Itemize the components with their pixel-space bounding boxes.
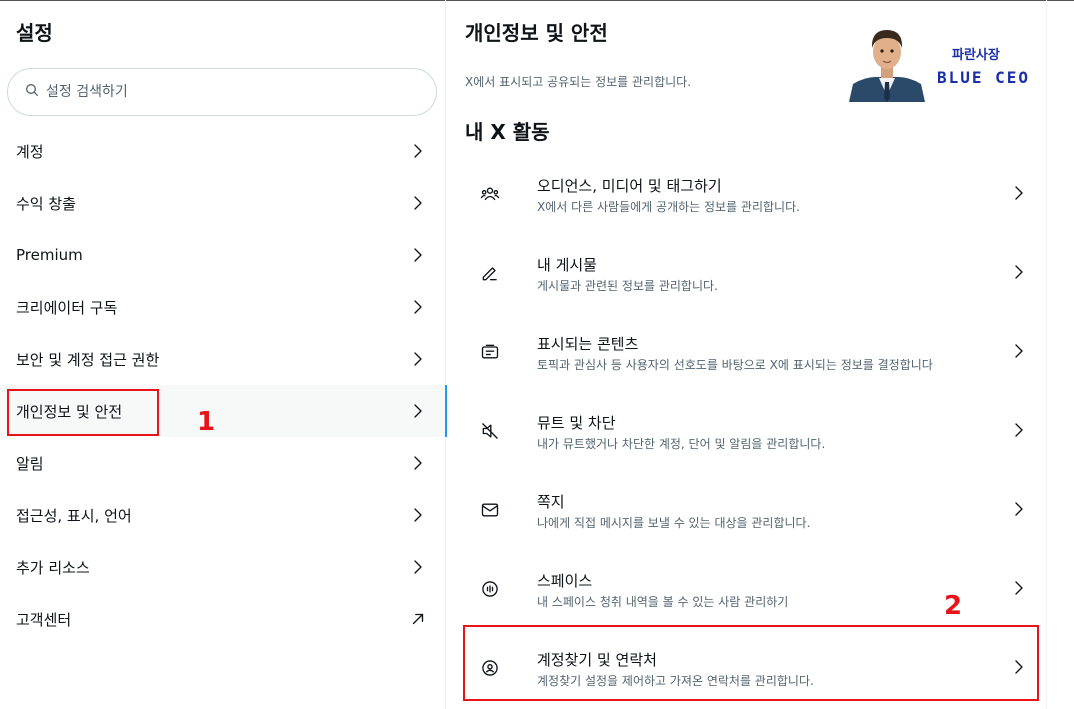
section-title: 내 X 활동: [465, 120, 550, 144]
settings-menu: 계정 수익 창출 Premium 크리에이터 구독 보안 및 계정 접근 권한 개인정보 …: [0, 125, 447, 645]
marker-1: 1: [197, 407, 216, 437]
sidebar-item[interactable]: 접근성, 표시, 언어: [0, 489, 446, 541]
settings-search[interactable]: [7, 68, 437, 116]
watermark-logo: 파란사장 BLUE CEO: [847, 18, 1037, 102]
envelope-icon: [480, 500, 500, 520]
row-description: 내 스페이스 청취 내역을 볼 수 있는 사람 관리하기: [537, 595, 789, 609]
chevron-right-icon: [409, 298, 427, 316]
sidebar-item[interactable]: 크리에이터 구독: [0, 281, 446, 333]
page-subtitle: X에서 표시되고 공유되는 정보를 관리합니다.: [465, 75, 692, 89]
sidebar-item-label: 알림: [16, 454, 44, 473]
chevron-right-icon: [409, 246, 427, 264]
sidebar-item-label: 보안 및 계정 접근 권한: [16, 350, 160, 369]
chevron-right-icon: [409, 454, 427, 472]
row-description: 나에게 직접 메시지를 보낼 수 있는 대상을 관리합니다.: [537, 516, 811, 530]
page-title: 개인정보 및 안전: [465, 21, 608, 45]
row-title: 내 게시물: [537, 256, 597, 274]
chevron-right-icon: [409, 558, 427, 576]
marker-2: 2: [944, 591, 963, 621]
highlight-box-1: [7, 389, 159, 436]
sidebar-item[interactable]: Premium: [0, 229, 446, 281]
row-title: 뮤트 및 차단: [537, 414, 616, 432]
settings-row[interactable]: 쪽지나에게 직접 메시지를 보낼 수 있는 대상을 관리합니다.: [464, 471, 1039, 550]
settings-row[interactable]: 뮤트 및 차단내가 뮤트했거나 차단한 계정, 단어 및 알림을 관리합니다.: [464, 392, 1039, 471]
sidebar-item-label: Premium: [16, 246, 83, 264]
mute-icon: [480, 421, 500, 441]
sidebar-item-label: 고객센터: [16, 610, 72, 629]
chevron-right-icon: [409, 194, 427, 212]
spaces-icon: [480, 579, 500, 599]
sidebar-item[interactable]: 보안 및 계정 접근 권한: [0, 333, 446, 385]
search-input[interactable]: [46, 84, 406, 100]
chevron-right-icon: [409, 350, 427, 368]
row-description: 토픽과 관심사 등 사용자의 선호도를 바탕으로 X에 표시되는 정보를 결정합…: [537, 358, 933, 372]
sidebar-item[interactable]: 수익 창출: [0, 177, 446, 229]
search-icon: [24, 82, 46, 102]
chevron-right-icon: [1010, 342, 1028, 360]
external-link-icon: [409, 610, 427, 628]
row-title: 스페이스: [537, 572, 593, 590]
sidebar-item-label: 계정: [16, 142, 44, 161]
sidebar-item-label: 크리에이터 구독: [16, 298, 118, 317]
row-description: 게시물과 관련된 정보를 관리합니다.: [537, 279, 718, 293]
highlight-box-2: [463, 625, 1039, 701]
chevron-right-icon: [1010, 184, 1028, 202]
sidebar-item-label: 수익 창출: [16, 194, 76, 213]
sidebar-item[interactable]: 추가 리소스: [0, 541, 446, 593]
people-icon: [480, 184, 500, 204]
settings-sidebar: 설정 계정수익 창출Premium크리에이터 구독보안 및 계정 접근 권한개인…: [0, 0, 447, 709]
sidebar-title: 설정: [16, 21, 53, 45]
sidebar-item[interactable]: 계정: [0, 125, 446, 177]
sidebar-item[interactable]: 고객센터: [0, 593, 446, 645]
content-icon: [480, 342, 500, 362]
sidebar-item-label: 추가 리소스: [16, 558, 90, 577]
row-title: 오디언스, 미디어 및 태그하기: [537, 177, 722, 195]
chevron-right-icon: [409, 506, 427, 524]
logo-name: 파란사장: [952, 48, 1000, 63]
chevron-right-icon: [1010, 263, 1028, 281]
settings-row[interactable]: 내 게시물게시물과 관련된 정보를 관리합니다.: [464, 234, 1039, 313]
logo-subtitle: BLUE CEO: [937, 68, 1031, 87]
chevron-right-icon: [1010, 421, 1028, 439]
row-description: X에서 다른 사람들에게 공개하는 정보를 관리합니다.: [537, 200, 800, 214]
avatar: [849, 30, 925, 102]
row-description: 내가 뮤트했거나 차단한 계정, 단어 및 알림을 관리합니다.: [537, 437, 826, 451]
sidebar-item[interactable]: 알림: [0, 437, 446, 489]
settings-row[interactable]: 표시되는 콘텐츠토픽과 관심사 등 사용자의 선호도를 바탕으로 X에 표시되는…: [464, 313, 1039, 392]
sidebar-item-label: 접근성, 표시, 언어: [16, 506, 132, 525]
chevron-right-icon: [409, 142, 427, 160]
pencil-icon: [480, 263, 500, 283]
chevron-right-icon: [409, 402, 427, 420]
row-title: 표시되는 콘텐츠: [537, 335, 639, 353]
settings-row[interactable]: 오디언스, 미디어 및 태그하기 X에서 다른 사람들에게 공개하는 정보를 관리…: [464, 155, 1039, 234]
chevron-right-icon: [1010, 500, 1028, 518]
row-title: 쪽지: [537, 493, 565, 511]
chevron-right-icon: [1010, 579, 1028, 597]
